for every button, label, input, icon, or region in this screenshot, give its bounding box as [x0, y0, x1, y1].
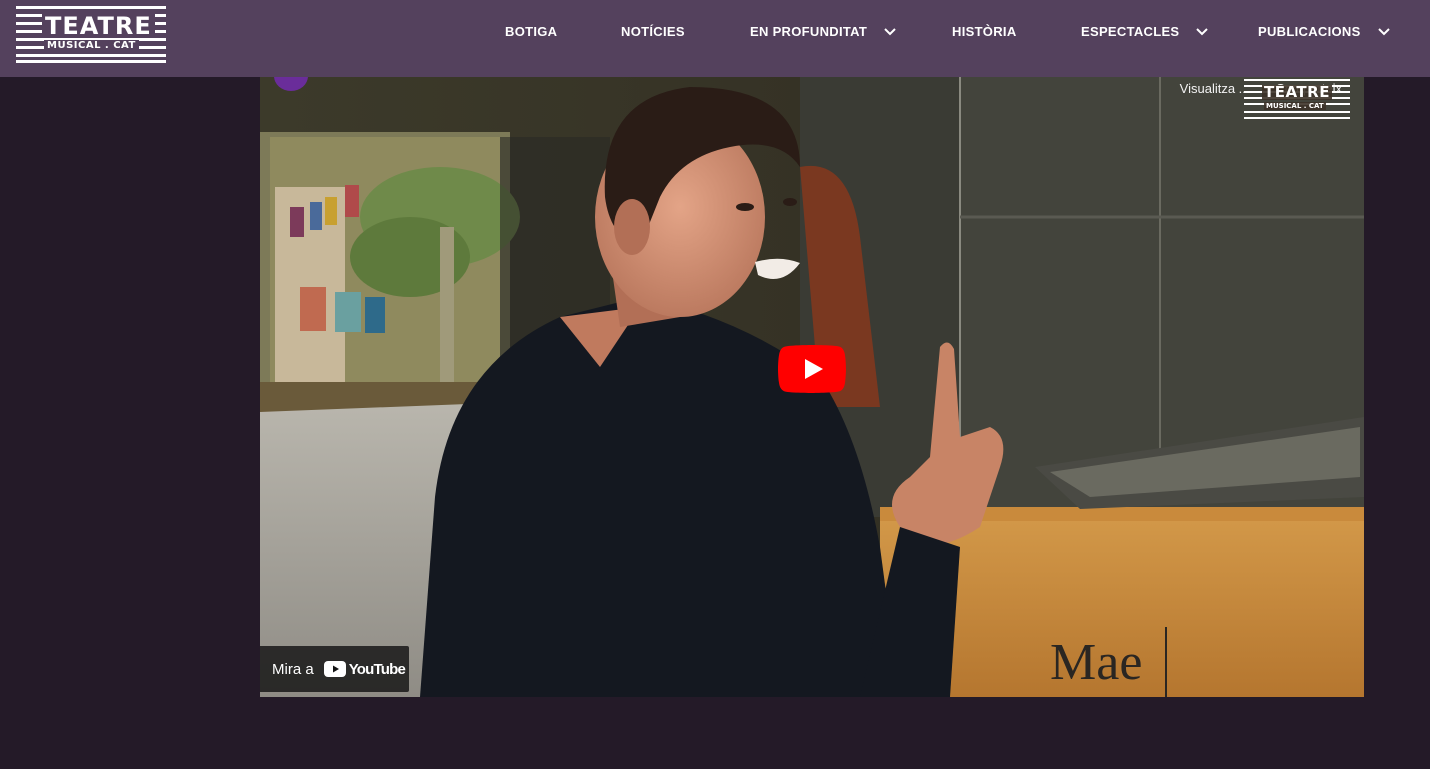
site-logo[interactable]: TEATRE MUSICAL . CAT: [16, 6, 166, 64]
nav-item-label: NOTÍCIES: [621, 24, 685, 39]
nav-item-label: HISTÒRIA: [952, 24, 1017, 39]
watermark-bar: [1244, 79, 1350, 81]
nav-item-publicacions[interactable]: PUBLICACIONS: [1258, 24, 1391, 39]
youtube-logo: YouTube: [323, 660, 406, 678]
nav-item-espectacles[interactable]: ESPECTACLES: [1081, 24, 1209, 39]
nav-item-historia[interactable]: HISTÒRIA: [952, 24, 1017, 39]
nav-item-label: PUBLICACIONS: [1258, 24, 1361, 39]
logo-bar: [16, 6, 166, 9]
watermark-bar: [1244, 117, 1350, 119]
watch-on-label: Mira a: [272, 660, 314, 678]
nav-item-label: BOTIGA: [505, 24, 558, 39]
channel-watermark[interactable]: TEATRE MUSICAL . CAT: [1244, 79, 1350, 119]
chevron-down-icon[interactable]: [1195, 25, 1209, 39]
youtube-play-icon[interactable]: [778, 345, 846, 393]
watermark-subtitle: MUSICAL . CAT: [1264, 102, 1326, 110]
youtube-logo-icon: [323, 661, 346, 677]
chevron-down-icon[interactable]: [1377, 25, 1391, 39]
chevron-down-icon[interactable]: [883, 25, 897, 39]
logo-subtitle: MUSICAL . CAT: [44, 40, 139, 51]
logo-bar: [16, 54, 166, 57]
site-header: TEATRE MUSICAL . CAT BOTIGA NOTÍCIES EN …: [0, 0, 1430, 77]
nav-item-en-profunditat[interactable]: EN PROFUNDITAT: [750, 24, 897, 39]
nav-item-botiga[interactable]: BOTIGA: [505, 24, 557, 39]
crate-lettering: Mae: [1050, 634, 1142, 691]
logo-bar: [16, 60, 166, 63]
watermark-bar: [1244, 111, 1350, 113]
youtube-wordmark: YouTube: [348, 660, 406, 678]
nav-item-noticies[interactable]: NOTÍCIES: [621, 24, 685, 39]
nav-item-label: EN PROFUNDITAT: [750, 24, 868, 39]
logo-title: TEATRE: [42, 14, 155, 38]
watch-later-button[interactable]: Visualitza ...: [1180, 81, 1250, 96]
nav-item-label: ESPECTACLES: [1081, 24, 1180, 39]
watermark-title: TEATRE: [1262, 83, 1332, 101]
watch-on-youtube-button[interactable]: Mira a YouTube: [260, 646, 409, 692]
youtube-video-embed[interactable]: Mae Visualitza ... Comparteix: [260, 77, 1364, 697]
